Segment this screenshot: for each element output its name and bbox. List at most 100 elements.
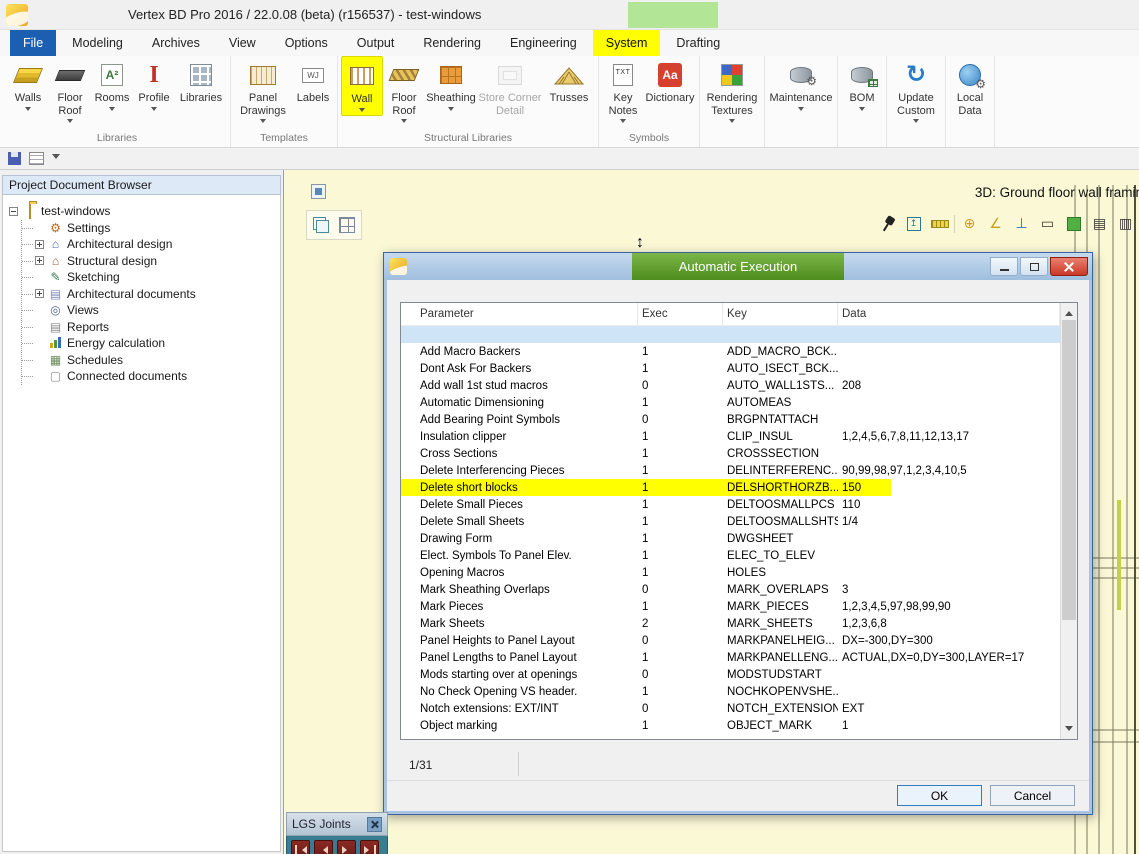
cancel-button[interactable]: Cancel xyxy=(990,785,1075,806)
column-header-data[interactable]: Data xyxy=(838,303,1060,325)
dialog-titlebar[interactable]: Automatic Execution xyxy=(384,253,1092,280)
column-header-exec[interactable]: Exec xyxy=(638,303,723,325)
table-row[interactable]: Elect. Symbols To Panel Elev. 1 ELEC_TO_… xyxy=(401,547,1060,564)
table-row[interactable]: Opening Macros 1 HOLES xyxy=(401,564,1060,581)
scroll-thumb[interactable] xyxy=(1062,320,1076,620)
table-row[interactable]: Panel Lengths to Panel Layout 1 MARKPANE… xyxy=(401,649,1060,666)
tree-item-test-windows[interactable]: test-windows xyxy=(9,203,278,220)
last-button[interactable] xyxy=(360,840,379,854)
table-row[interactable]: Cross Sections 1 CROSSSECTION xyxy=(401,445,1060,462)
table-row-selected[interactable] xyxy=(401,326,1060,343)
lgs-close-button[interactable] xyxy=(367,817,382,832)
view-grid-button[interactable] xyxy=(336,214,358,236)
wall-button[interactable]: Wall xyxy=(341,56,383,116)
panel-drawings-button[interactable]: Panel Drawings xyxy=(234,56,292,126)
scroll-up-button[interactable] xyxy=(1061,303,1077,320)
panel-edit-button[interactable]: ▭ xyxy=(1036,212,1059,235)
key-notes-button[interactable]: Key Notes xyxy=(602,56,644,126)
tab-options[interactable]: Options xyxy=(272,30,341,56)
tree-item-structural-design[interactable]: ⌂ Structural design xyxy=(22,253,278,270)
fit-view-button[interactable]: ↥ xyxy=(902,212,925,235)
tab-modeling[interactable]: Modeling xyxy=(59,30,136,56)
snap-center-button[interactable]: ⊕ xyxy=(958,212,981,235)
table-row[interactable]: Panel Heights to Panel Layout 0 MARKPANE… xyxy=(401,632,1060,649)
table-row[interactable]: Notch extensions: EXT/INT 0 NOTCH_EXTENS… xyxy=(401,700,1060,717)
tab-system[interactable]: System xyxy=(593,30,661,56)
maintenance-button[interactable]: ⚙ Maintenance xyxy=(768,56,834,114)
tab-engineering[interactable]: Engineering xyxy=(497,30,590,56)
table-row[interactable]: No Check Opening VS header. 1 NOCHKOPENV… xyxy=(401,683,1060,700)
expand-icon[interactable] xyxy=(35,240,44,249)
sheathing-button[interactable]: Sheathing xyxy=(425,56,477,114)
scroll-down-button[interactable] xyxy=(1061,722,1077,739)
save-icon[interactable] xyxy=(8,152,21,165)
color-swatch-button[interactable] xyxy=(1062,212,1085,235)
table-row[interactable]: Add Bearing Point Symbols 0 BRGPNTATTACH xyxy=(401,411,1060,428)
table-row[interactable]: Delete Small Sheets 1 DELTOOSMALLSHTS 1/… xyxy=(401,513,1060,530)
tab-drafting[interactable]: Drafting xyxy=(663,30,733,56)
labels-button[interactable]: Labels xyxy=(292,56,334,105)
tree-item-sketching[interactable]: ✎ Sketching xyxy=(22,269,278,286)
tab-file[interactable]: File xyxy=(10,30,56,56)
lgs-joints-header[interactable]: LGS Joints xyxy=(286,812,388,836)
measure-button[interactable] xyxy=(928,212,951,235)
manual-button[interactable]: ▥ xyxy=(1114,212,1137,235)
cascade-windows-button[interactable] xyxy=(310,214,332,236)
drawing-window-icon[interactable] xyxy=(311,184,326,199)
table-row[interactable]: Delete short blocks 1 DELSHORTHORZB... 1… xyxy=(401,479,1060,496)
table-row[interactable]: Add wall 1st stud macros 0 AUTO_WALL1STS… xyxy=(401,377,1060,394)
tab-view[interactable]: View xyxy=(216,30,269,56)
snap-perpendicular-button[interactable]: ⊥ xyxy=(1010,212,1033,235)
local-data-button[interactable]: Local Data xyxy=(949,56,991,117)
expand-icon[interactable] xyxy=(35,289,44,298)
quickbar-caret-icon[interactable] xyxy=(52,154,60,163)
libraries-button[interactable]: Libraries xyxy=(175,56,227,105)
table-row[interactable]: Mods starting over at openings 0 MODSTUD… xyxy=(401,666,1060,683)
table-scrollbar[interactable] xyxy=(1060,303,1077,739)
sheet-button[interactable]: ▤ xyxy=(1088,212,1111,235)
table-row[interactable]: Delete Small Pieces 1 DELTOOSMALLPCS 110 xyxy=(401,496,1060,513)
collapse-icon[interactable] xyxy=(9,207,18,216)
previous-button[interactable] xyxy=(314,840,333,854)
tree-item-connected-documents[interactable]: ▢ Connected documents xyxy=(22,368,278,385)
tree-item-settings[interactable]: ⚙ Settings xyxy=(22,220,278,237)
table-row[interactable]: Mark Pieces 1 MARK_PIECES 1,2,3,4,5,97,9… xyxy=(401,598,1060,615)
tree-item-schedules[interactable]: ▦ Schedules xyxy=(22,352,278,369)
table-row[interactable]: Mark Sheathing Overlaps 0 MARK_OVERLAPS … xyxy=(401,581,1060,598)
profile-button[interactable]: I Profile xyxy=(133,56,175,114)
update-custom-button[interactable]: ↻ Update Custom xyxy=(890,56,942,126)
tab-output[interactable]: Output xyxy=(344,30,408,56)
floor-roof-button[interactable]: Floor Roof xyxy=(49,56,91,126)
minimize-button[interactable] xyxy=(990,257,1018,276)
tree-item-energy-calculation[interactable]: Energy calculation xyxy=(22,335,278,352)
drawing-canvas[interactable]: 3D: Ground floor wall framin ↥ ⊕ ∠ ⊥ ▭ ▤… xyxy=(284,170,1139,854)
tab-rendering[interactable]: Rendering xyxy=(410,30,494,56)
column-header-key[interactable]: Key xyxy=(723,303,838,325)
tree-item-reports[interactable]: ▤ Reports xyxy=(22,319,278,336)
expand-icon[interactable] xyxy=(35,256,44,265)
next-button[interactable] xyxy=(337,840,356,854)
tab-archives[interactable]: Archives xyxy=(139,30,213,56)
table-row[interactable]: Delete Interferencing Pieces 1 DELINTERF… xyxy=(401,462,1060,479)
table-row[interactable]: Mark Sheets 2 MARK_SHEETS 1,2,3,6,8 xyxy=(401,615,1060,632)
table-row[interactable]: Insulation clipper 1 CLIP_INSUL 1,2,4,5,… xyxy=(401,428,1060,445)
maximize-button[interactable] xyxy=(1020,257,1048,276)
table-row[interactable]: Add Macro Backers 1 ADD_MACRO_BCK... xyxy=(401,343,1060,360)
rooms-button[interactable]: Rooms xyxy=(91,56,133,114)
pin-button[interactable] xyxy=(876,212,899,235)
table-row[interactable]: Automatic Dimensioning 1 AUTOMEAS xyxy=(401,394,1060,411)
bom-button[interactable]: BOM xyxy=(841,56,883,114)
snap-angle-button[interactable]: ∠ xyxy=(984,212,1007,235)
column-header-parameter[interactable]: Parameter xyxy=(401,303,638,325)
first-button[interactable] xyxy=(291,840,310,854)
trusses-button[interactable]: Trusses xyxy=(543,56,595,105)
tree-item-architectural-documents[interactable]: ▤ Architectural documents xyxy=(22,286,278,303)
floor-roof-structural-button[interactable]: Floor Roof xyxy=(383,56,425,126)
rendering-textures-button[interactable]: Rendering Textures xyxy=(703,56,761,126)
table-row[interactable]: Dont Ask For Backers 1 AUTO_ISECT_BCK... xyxy=(401,360,1060,377)
table-row[interactable]: Drawing Form 1 DWGSHEET xyxy=(401,530,1060,547)
dictionary-button[interactable]: Dictionary xyxy=(644,56,696,105)
tree-item-views[interactable]: ◎ Views xyxy=(22,302,278,319)
ok-button[interactable]: OK xyxy=(897,785,982,806)
close-button[interactable] xyxy=(1050,257,1088,276)
